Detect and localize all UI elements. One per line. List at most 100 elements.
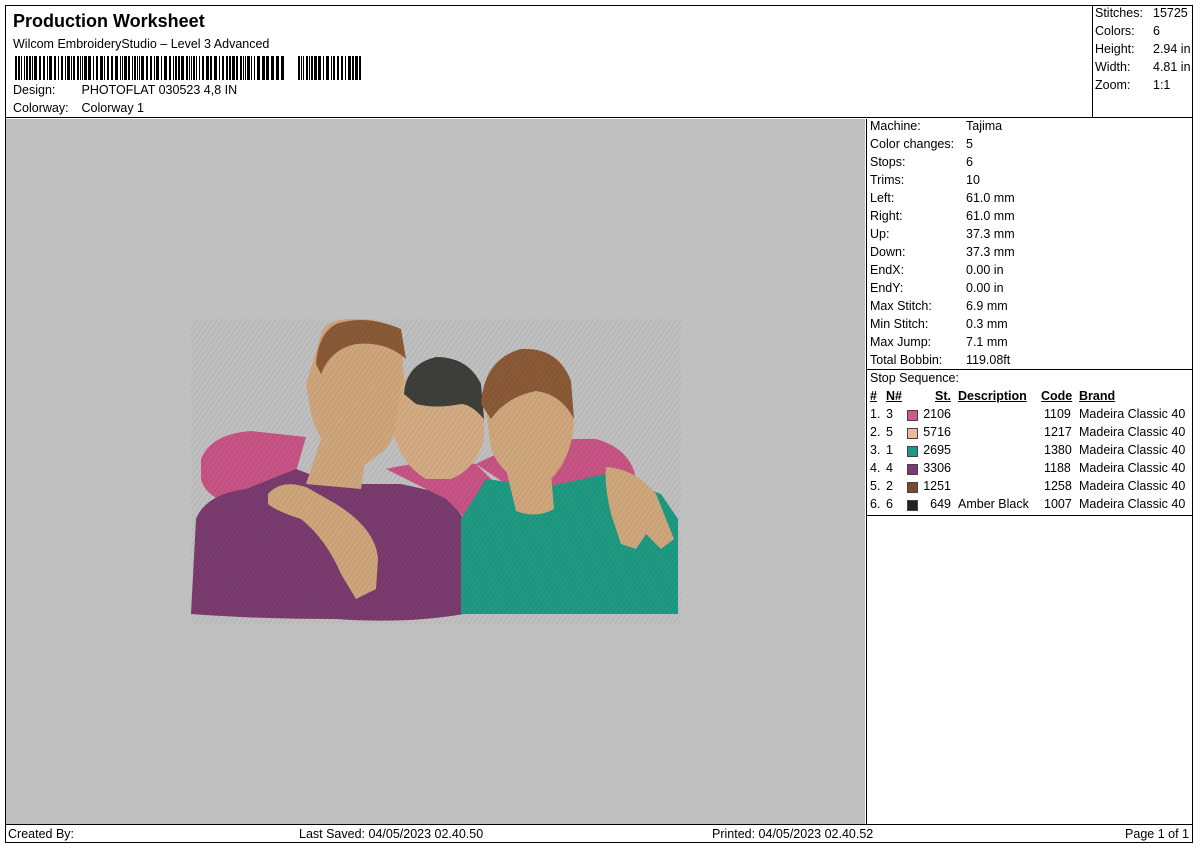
stitch-count: 2106	[923, 407, 951, 421]
prop-label: EndX:	[870, 263, 905, 277]
divider	[867, 515, 1193, 516]
prop-value: 6.9 mm	[966, 299, 1008, 313]
prop-label: Right:	[870, 209, 903, 223]
barcode	[15, 56, 361, 80]
stitch-count: 5716	[923, 425, 951, 439]
stat-height: Height: 2.94 in	[1095, 42, 1191, 60]
row-number: 2.	[870, 425, 881, 439]
prop-stops: Stops: 6	[870, 155, 973, 173]
divider	[867, 369, 1193, 370]
needle-number: 4	[886, 461, 893, 475]
page-number: Page 1 of 1	[1125, 827, 1189, 841]
worksheet-header: Production Worksheet Wilcom EmbroiderySt…	[5, 5, 1093, 118]
thread-brand: Madeira Classic 40	[1079, 407, 1186, 421]
colorway-value: Colorway 1	[81, 101, 145, 115]
design-label: Design:	[13, 83, 56, 97]
needle-number: 3	[886, 407, 893, 421]
color-swatch	[907, 482, 918, 493]
thread-code: 1109	[1044, 407, 1071, 421]
col-header-description: Description	[958, 389, 1027, 403]
stat-label: Zoom:	[1095, 78, 1131, 92]
prop-label: EndY:	[870, 281, 904, 295]
prop-label: Total Bobbin:	[870, 353, 943, 367]
stat-label: Colors:	[1095, 24, 1135, 38]
design-row: Design: PHOTOFLAT 030523 4,8 IN	[13, 83, 237, 97]
stat-label: Stitches:	[1095, 6, 1143, 20]
info-panel: Machine: Tajima Color changes: 5 Stops: 6 T…	[866, 119, 1193, 824]
prop-color-changes: Color changes: 5	[870, 137, 973, 155]
prop-value: 5	[966, 137, 973, 151]
prop-min-stitch: Min Stitch: 0.3 mm	[870, 317, 1008, 335]
thread-code: 1217	[1044, 425, 1072, 439]
prop-label: Down:	[870, 245, 906, 259]
design-value: PHOTOFLAT 030523 4,8 IN	[81, 83, 238, 97]
prop-max-stitch: Max Stitch: 6.9 mm	[870, 299, 1008, 317]
col-header-num: #	[870, 389, 877, 403]
color-swatch	[907, 410, 918, 421]
needle-number: 5	[886, 425, 893, 439]
thread-brand: Madeira Classic 40	[1079, 443, 1186, 457]
prop-value: 61.0 mm	[966, 191, 1015, 205]
row-number: 3.	[870, 443, 881, 457]
prop-left: Left: 61.0 mm	[870, 191, 1015, 209]
prop-value: 37.3 mm	[966, 245, 1015, 259]
stat-zoom: Zoom: 1:1	[1095, 78, 1170, 96]
col-header-brand: Brand	[1079, 389, 1116, 403]
stat-stitches: Stitches: 15725	[1095, 6, 1188, 24]
stitch-count: 649	[930, 497, 951, 511]
prop-label: Machine:	[870, 119, 921, 133]
thread-code: 1007	[1044, 497, 1072, 511]
stat-colors: Colors: 6	[1095, 24, 1160, 42]
row-number: 6.	[870, 497, 881, 511]
stat-value: 4.81 in	[1153, 60, 1191, 74]
prop-right: Right: 61.0 mm	[870, 209, 1015, 227]
prop-up: Up: 37.3 mm	[870, 227, 1015, 245]
prop-value: Tajima	[966, 119, 1003, 133]
prop-value: 61.0 mm	[966, 209, 1015, 223]
stat-value: 2.94 in	[1153, 42, 1191, 56]
table-row: 4. 4 3306 1188 Madeira Classic 40	[867, 461, 1194, 479]
stop-sequence-title: Stop Sequence:	[870, 371, 959, 385]
prop-label: Color changes:	[870, 137, 955, 151]
embroidery-design-image	[191, 318, 681, 624]
prop-label: Min Stitch:	[870, 317, 929, 331]
stat-value: 1:1	[1153, 78, 1171, 92]
thread-brand: Madeira Classic 40	[1079, 479, 1186, 493]
table-row: 5. 2 1251 1258 Madeira Classic 40	[867, 479, 1194, 497]
thread-description: Amber Black	[958, 497, 1029, 511]
prop-label: Max Stitch:	[870, 299, 932, 313]
table-row: 1. 3 2106 1109 Madeira Classic 40	[867, 407, 1194, 425]
prop-value: 6	[966, 155, 973, 169]
prop-label: Up:	[870, 227, 890, 241]
stat-label: Width:	[1095, 60, 1131, 74]
prop-endy: EndY: 0.00 in	[870, 281, 1004, 299]
row-number: 1.	[870, 407, 881, 421]
stat-width: Width: 4.81 in	[1095, 60, 1191, 78]
prop-trims: Trims: 10	[870, 173, 980, 191]
printed-date: Printed: 04/05/2023 02.40.52	[712, 827, 874, 841]
stitch-count: 3306	[923, 461, 951, 475]
table-row: 2. 5 5716 1217 Madeira Classic 40	[867, 425, 1194, 443]
thread-code: 1258	[1044, 479, 1072, 493]
table-row: 6. 6 649 Amber Black 1007 Madeira Classic 40	[867, 497, 1194, 515]
color-swatch	[907, 446, 918, 457]
stat-value: 6	[1153, 24, 1160, 38]
stitch-count: 2695	[923, 443, 951, 457]
table-row: 3. 1 2695 1380 Madeira Classic 40	[867, 443, 1194, 461]
prop-value: 7.1 mm	[966, 335, 1008, 349]
prop-value: 37.3 mm	[966, 227, 1015, 241]
prop-max-jump: Max Jump: 7.1 mm	[870, 335, 1008, 353]
col-header-code: Code	[1041, 389, 1073, 403]
thread-code: 1188	[1044, 461, 1071, 475]
colorway-label: Colorway:	[13, 101, 69, 115]
thread-brand: Madeira Classic 40	[1079, 461, 1186, 475]
prop-value: 10	[966, 173, 980, 187]
needle-number: 1	[886, 443, 893, 457]
stitch-count: 1251	[923, 479, 951, 493]
design-stats: Stitches: 15725 Colors: 6 Height: 2.94 in W…	[1093, 5, 1193, 118]
prop-label: Stops:	[870, 155, 906, 169]
prop-endx: EndX: 0.00 in	[870, 263, 1004, 281]
needle-number: 6	[886, 497, 893, 511]
prop-label: Left:	[870, 191, 895, 205]
color-swatch	[907, 428, 918, 439]
